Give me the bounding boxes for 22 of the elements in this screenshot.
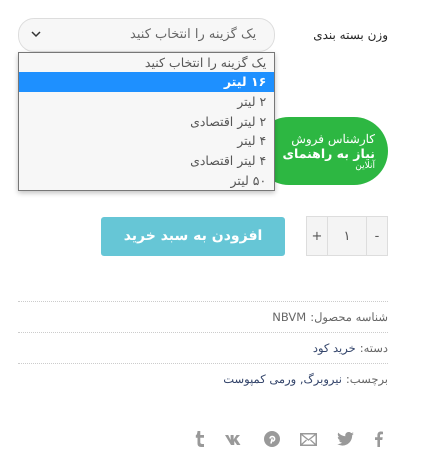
facebook-icon[interactable]: [374, 431, 383, 447]
chevron-icon: [31, 31, 41, 38]
dropdown-option[interactable]: ۲ لیتر: [19, 92, 274, 112]
minus-button[interactable]: -: [367, 217, 387, 255]
select-field[interactable]: یک گزینه را انتخاب کنید: [18, 18, 276, 52]
envelope-icon[interactable]: [300, 432, 317, 446]
quantity-field[interactable]: ۱: [327, 217, 367, 255]
field-label: وزن بسته بندی: [313, 28, 388, 42]
twitter-icon[interactable]: [337, 432, 354, 446]
pinterest-icon[interactable]: [264, 431, 280, 447]
meta-label: شناسه محصول:: [310, 310, 388, 324]
meta-link[interactable]: نیروبرگ, ورمی کمپوست: [223, 372, 342, 386]
meta-value: NBVM: [272, 310, 306, 324]
meta-link[interactable]: خرید کود: [312, 341, 356, 355]
badge-title: کارشناس فروش: [290, 132, 375, 146]
meta-label: دسته:: [360, 341, 388, 355]
status-label: آنلاین: [355, 160, 375, 170]
meta-label: برچسب:: [346, 372, 388, 386]
badge-subtitle: نیاز به راهنمای: [282, 146, 375, 160]
dropdown-option[interactable]: یک گزینه را انتخاب کنید: [19, 52, 274, 72]
tumblr-icon[interactable]: [195, 431, 205, 447]
plus-button[interactable]: +: [307, 217, 327, 255]
